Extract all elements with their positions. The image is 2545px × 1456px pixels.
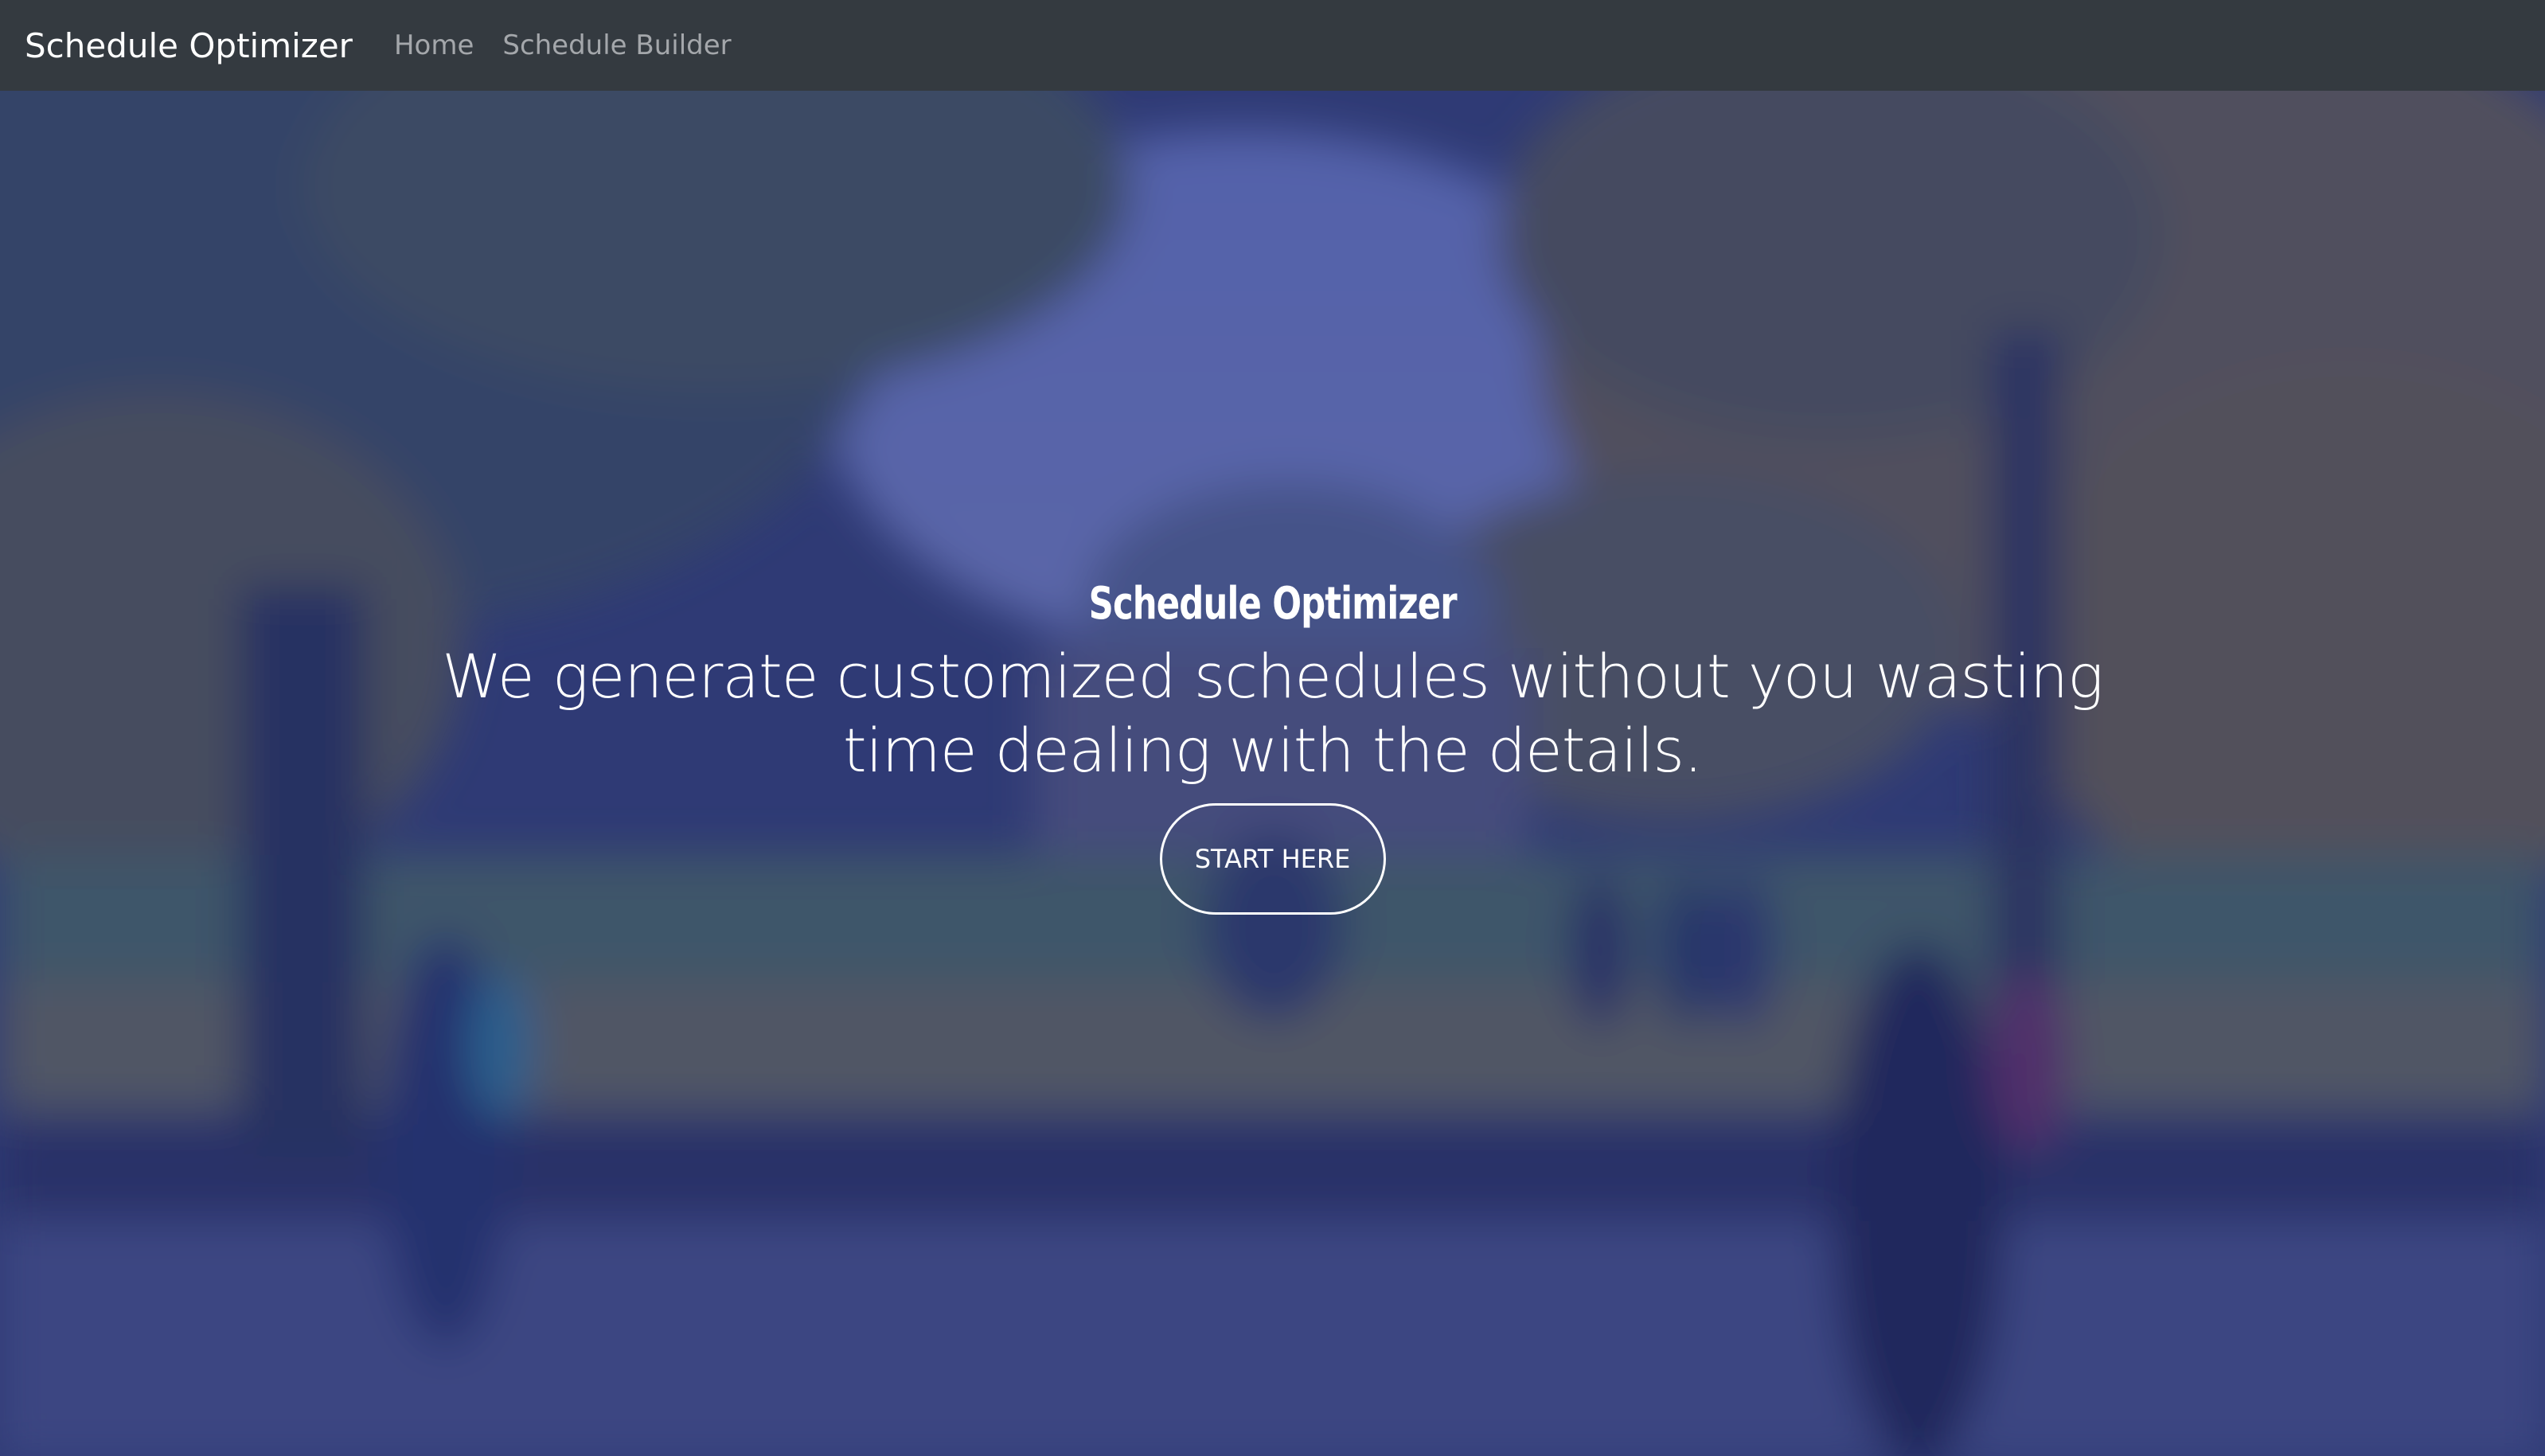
top-navbar: Schedule Optimizer Home Schedule Builder <box>0 0 2545 91</box>
hero-content: Schedule Optimizer We generate customize… <box>0 91 2545 1456</box>
hero-title: Schedule Optimizer <box>1088 578 1457 630</box>
start-here-button[interactable]: START HERE <box>1159 803 1386 915</box>
hero-subtitle: We generate customized schedules without… <box>442 641 2104 786</box>
navbar-brand[interactable]: Schedule Optimizer <box>25 26 353 65</box>
nav-link-schedule-builder[interactable]: Schedule Builder <box>502 29 731 61</box>
hero-section: Schedule Optimizer We generate customize… <box>0 91 2545 1456</box>
nav-link-home[interactable]: Home <box>394 29 474 61</box>
